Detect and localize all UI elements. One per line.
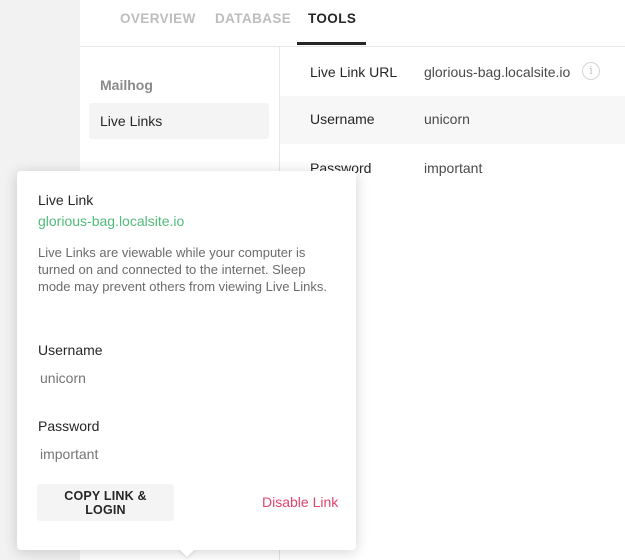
password-value: important	[424, 160, 483, 176]
tab-tools[interactable]: TOOLS	[308, 11, 356, 26]
disable-link-button[interactable]: Disable Link	[262, 494, 338, 510]
popover-password-field[interactable]	[38, 444, 330, 464]
subnav-item-mailhog[interactable]: Mailhog	[89, 67, 269, 103]
info-icon[interactable]: i	[582, 62, 600, 80]
copy-link-login-button[interactable]: COPY LINK & LOGIN	[37, 484, 174, 521]
tab-bar: OVERVIEW DATABASE TOOLS	[80, 0, 625, 47]
username-row: Username unicorn	[280, 96, 625, 144]
popover-description: Live Links are viewable while your compu…	[38, 245, 328, 294]
live-link-url-value: glorious-bag.localsite.io	[424, 64, 571, 80]
popover-arrow	[178, 548, 196, 557]
subnav-item-live-links[interactable]: Live Links	[89, 103, 269, 139]
active-tab-indicator	[297, 42, 366, 45]
live-link-url-label: Live Link URL	[310, 64, 398, 80]
live-link-popover: Live Link glorious-bag.localsite.io Live…	[17, 171, 356, 550]
live-link-url-row: Live Link URL glorious-bag.localsite.io …	[280, 48, 625, 96]
popover-username-label: Username	[38, 342, 103, 358]
username-label: Username	[310, 111, 375, 127]
username-value: unicorn	[424, 111, 470, 127]
popover-password-label: Password	[38, 418, 100, 434]
tab-database[interactable]: DATABASE	[215, 11, 291, 26]
popover-title: Live Link	[38, 192, 94, 208]
live-link-url[interactable]: glorious-bag.localsite.io	[38, 213, 184, 229]
tab-overview[interactable]: OVERVIEW	[120, 11, 196, 26]
popover-username-field[interactable]	[38, 368, 330, 388]
